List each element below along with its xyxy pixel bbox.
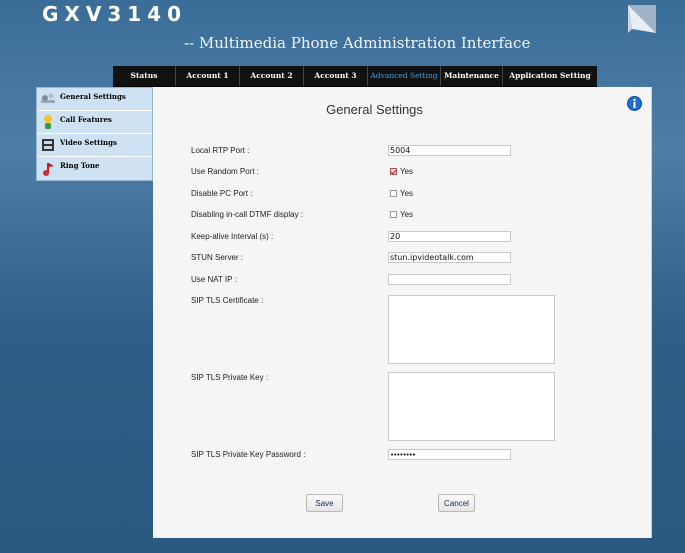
local-rtp-port-label: Local RTP Port :: [191, 146, 250, 155]
tab-account-1[interactable]: Account 1: [176, 66, 240, 86]
stun-server-input[interactable]: stun.ipvideotalk.com: [388, 252, 511, 263]
settings-wrench-icon: [40, 91, 56, 107]
keep-alive-label: Keep-alive Interval (s) :: [191, 232, 274, 241]
tab-account-2[interactable]: Account 2: [240, 66, 304, 86]
sidebar-item-label: General Settings: [60, 91, 126, 101]
sip-tls-key-password-label: SIP TLS Private Key Password :: [191, 450, 306, 459]
tab-status[interactable]: Status: [113, 66, 176, 86]
call-features-icon: [40, 114, 56, 130]
tab-account-3[interactable]: Account 3: [304, 66, 368, 86]
use-nat-ip-input[interactable]: [388, 274, 511, 285]
sip-tls-certificate-label: SIP TLS Certificate :: [191, 296, 264, 305]
disable-dtmf-checkbox[interactable]: [390, 211, 397, 218]
disable-dtmf-label: Disabling in-call DTMF display :: [191, 210, 304, 219]
stun-server-label: STUN Server :: [191, 253, 244, 262]
use-random-port-label: Use Random Port :: [191, 167, 260, 176]
brand-title: GXV3140: [42, 2, 187, 26]
tab-maintenance[interactable]: Maintenance: [441, 66, 503, 86]
disable-pc-port-option-label: Yes: [400, 189, 414, 198]
use-nat-ip-label: Use NAT IP :: [191, 275, 237, 284]
keep-alive-input[interactable]: 20: [388, 231, 511, 242]
video-film-icon: [40, 137, 56, 153]
tab-advanced-setting[interactable]: Advanced Setting: [368, 66, 441, 86]
page-title: General Settings: [326, 102, 423, 117]
disable-pc-port-checkbox[interactable]: [390, 190, 397, 197]
use-random-port-checkbox[interactable]: [390, 168, 397, 175]
sip-tls-private-key-label: SIP TLS Private Key :: [191, 373, 269, 382]
sidebar-item-video-settings[interactable]: Video Settings: [37, 134, 152, 157]
disable-pc-port-label: Disable PC Port :: [191, 189, 253, 198]
save-button[interactable]: Save: [306, 494, 343, 512]
sidebar-item-label: Call Features: [60, 114, 112, 124]
disable-dtmf-option: Yes: [390, 210, 413, 219]
disable-pc-port-option: Yes: [390, 189, 413, 198]
sidebar: General Settings Call Features Video Set…: [36, 87, 153, 181]
page-curl-icon: [628, 5, 656, 33]
cancel-button[interactable]: Cancel: [438, 494, 475, 512]
tab-application-setting[interactable]: Application Setting: [503, 66, 597, 86]
local-rtp-port-input[interactable]: 5004: [388, 145, 511, 156]
settings-panel: General Settings Local RTP Port : 5004 U…: [153, 87, 652, 538]
sidebar-item-ring-tone[interactable]: Ring Tone: [37, 157, 152, 180]
ring-tone-note-icon: [40, 161, 56, 177]
info-icon[interactable]: [627, 96, 642, 111]
use-random-port-option-label: Yes: [400, 167, 414, 176]
sidebar-item-call-features[interactable]: Call Features: [37, 111, 152, 134]
sidebar-item-label: Ring Tone: [60, 161, 100, 170]
sip-tls-certificate-textarea[interactable]: [388, 295, 555, 364]
sidebar-item-general-settings[interactable]: General Settings: [37, 88, 152, 111]
sip-tls-private-key-textarea[interactable]: [388, 372, 555, 441]
sidebar-item-label: Video Settings: [60, 137, 117, 147]
top-nav-bar: Status Account 1 Account 2 Account 3 Adv…: [113, 66, 597, 87]
sip-tls-key-password-input[interactable]: ••••••••: [388, 449, 511, 460]
disable-dtmf-option-label: Yes: [400, 210, 414, 219]
use-random-port-option: Yes: [390, 167, 413, 176]
page-subtitle: -- Multimedia Phone Administration Inter…: [184, 34, 531, 52]
